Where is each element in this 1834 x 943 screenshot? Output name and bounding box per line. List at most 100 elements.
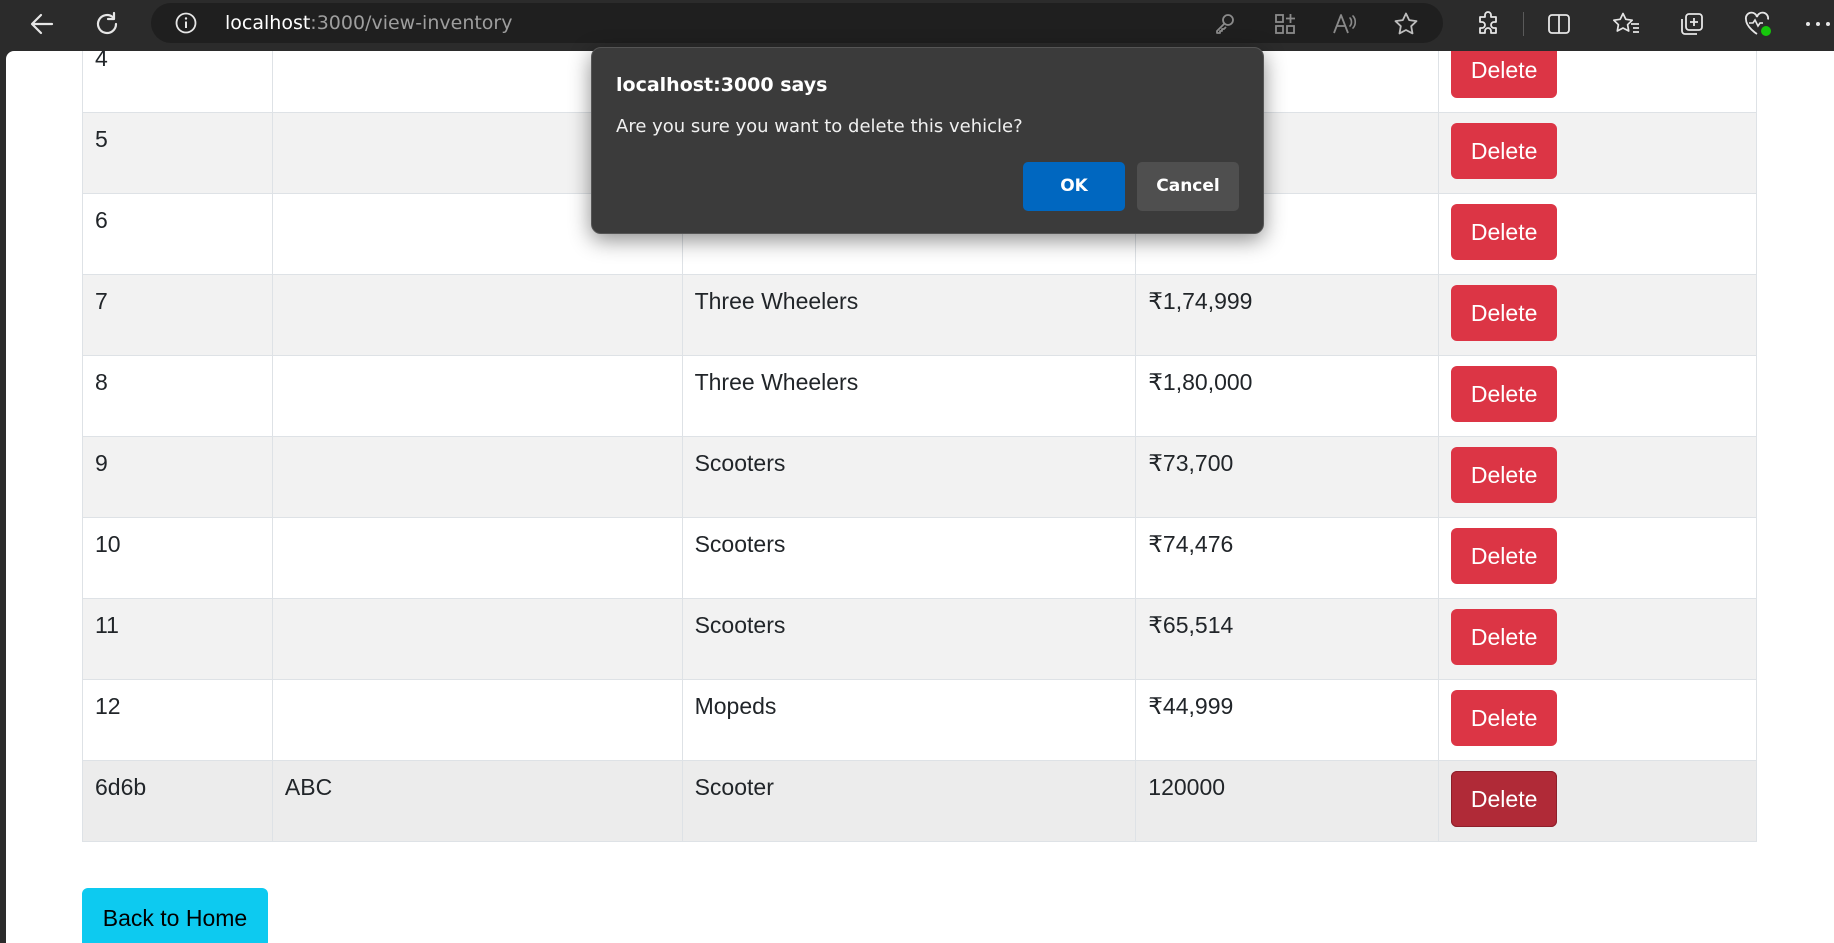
vehicle-category-cell-text: Scooters (694, 531, 786, 557)
vehicle-name-cell-text (285, 447, 670, 450)
favorites-icon[interactable] (1611, 9, 1641, 39)
vehicle-name-cell (271, 436, 683, 518)
vehicle-id-cell: 6 (82, 193, 273, 275)
table-row: 12 Mopeds ₹44,999 Delete (82, 679, 1757, 761)
actions-cell: Delete (1438, 517, 1757, 599)
dialog-cancel-button[interactable]: Cancel (1137, 162, 1239, 211)
read-aloud-icon[interactable] (1332, 11, 1358, 37)
delete-button[interactable]: Delete (1451, 771, 1558, 827)
vehicle-category-cell-text: Three Wheelers (694, 369, 859, 395)
vehicle-id-cell: 8 (82, 355, 273, 437)
vehicle-id-cell-text: 10 (95, 531, 121, 557)
health-icon[interactable] (1743, 9, 1773, 39)
vehicle-price-cell-text: ₹73,700 (1148, 450, 1234, 476)
delete-button[interactable]: Delete (1451, 123, 1558, 179)
vehicle-name-cell-text: ABC (284, 774, 333, 800)
vehicle-price-cell: ₹73,700 (1135, 436, 1440, 518)
table-row: 10 Scooters ₹74,476 Delete (82, 517, 1757, 599)
vehicle-category-cell-text: Scooters (694, 612, 786, 638)
vehicle-price-cell: ₹74,476 (1135, 517, 1440, 599)
vehicle-category-cell-text: Scooter (694, 774, 774, 800)
address-bar[interactable]: localhost:3000/view-inventory (151, 3, 1443, 43)
dialog-ok-button[interactable]: OK (1023, 162, 1125, 211)
vehicle-price-cell-text: ₹65,514 (1148, 612, 1234, 638)
delete-button[interactable]: Delete (1451, 285, 1558, 341)
vehicle-category-cell: Scooters (681, 436, 1137, 518)
vehicle-id-cell: 12 (82, 679, 273, 761)
vehicle-name-cell-text (285, 690, 670, 693)
split-screen-icon[interactable] (1544, 9, 1574, 39)
table-row: 7 Three Wheelers ₹1,74,999 Delete (82, 274, 1757, 356)
vehicle-id-cell-text: 8 (95, 369, 108, 395)
vehicle-id-cell-text: 5 (95, 126, 108, 152)
star-icon[interactable] (1393, 11, 1419, 37)
vehicle-name-cell (271, 274, 683, 356)
collections-icon[interactable] (1677, 9, 1707, 39)
app-grid-icon[interactable] (1272, 11, 1298, 37)
site-info-icon[interactable] (175, 12, 197, 34)
vehicle-name-cell (271, 679, 683, 761)
vehicle-category-cell: Mopeds (681, 679, 1137, 761)
table-row: 11 Scooters ₹65,514 Delete (82, 598, 1757, 680)
vehicle-name-cell: ABC (271, 760, 683, 842)
vehicle-id-cell: 4 (82, 51, 273, 113)
vehicle-id-cell-text: 12 (95, 693, 121, 719)
vehicle-name-cell-text (285, 285, 670, 288)
vehicle-id-cell-text: 11 (95, 612, 119, 638)
vehicle-category-cell-text: Mopeds (694, 693, 777, 719)
back-to-home-button[interactable]: Back to Home (82, 888, 268, 943)
more-icon[interactable] (1803, 9, 1833, 39)
actions-cell: Delete (1438, 355, 1757, 437)
vehicle-category-cell: Scooter (681, 760, 1137, 842)
dialog-title: localhost:3000 says (616, 74, 828, 96)
actions-cell: Delete (1438, 274, 1757, 356)
vehicle-name-cell (271, 598, 683, 680)
vehicle-category-cell: Scooters (681, 517, 1137, 599)
back-arrow-icon[interactable] (24, 6, 60, 42)
delete-button[interactable]: Delete (1451, 51, 1558, 98)
vehicle-price-cell-text: ₹1,74,999 (1148, 288, 1253, 314)
vehicle-id-cell-text: 7 (95, 288, 108, 314)
url-text[interactable]: localhost:3000/view-inventory (225, 12, 513, 34)
vehicle-name-cell-text (285, 528, 670, 531)
vehicle-price-cell: ₹1,80,000 (1135, 355, 1440, 437)
vehicle-name-cell-text (285, 609, 670, 612)
delete-button[interactable]: Delete (1451, 447, 1558, 503)
actions-cell: Delete (1438, 51, 1757, 113)
vehicle-price-cell-text: ₹1,80,000 (1148, 369, 1253, 395)
dialog-message: Are you sure you want to delete this veh… (616, 116, 1023, 137)
vehicle-price-cell-text: ₹74,476 (1148, 531, 1234, 557)
vehicle-id-cell: 6d6b (82, 760, 273, 842)
delete-button[interactable]: Delete (1451, 690, 1558, 746)
url-host: localhost (225, 12, 311, 34)
vehicle-id-cell: 7 (82, 274, 273, 356)
actions-cell: Delete (1438, 193, 1757, 275)
delete-button[interactable]: Delete (1451, 528, 1558, 584)
key-icon[interactable] (1212, 11, 1238, 37)
confirm-dialog: localhost:3000 says Are you sure you wan… (591, 47, 1264, 234)
vehicle-id-cell: 5 (82, 112, 273, 194)
actions-cell: Delete (1438, 112, 1757, 194)
delete-button[interactable]: Delete (1451, 366, 1558, 422)
vehicle-category-cell: Three Wheelers (681, 274, 1137, 356)
actions-cell: Delete (1438, 598, 1757, 680)
vehicle-id-cell-text: 4 (95, 51, 108, 71)
table-row: 9 Scooters ₹73,700 Delete (82, 436, 1757, 518)
vehicle-id-cell: 10 (82, 517, 273, 599)
vehicle-price-cell-text: 120000 (1148, 774, 1226, 800)
actions-cell: Delete (1438, 760, 1757, 842)
vehicle-id-cell: 9 (82, 436, 273, 518)
table-row: 6d6b ABC Scooter 120000 Delete (82, 760, 1757, 842)
extensions-icon[interactable] (1473, 9, 1503, 39)
vehicle-id-cell-text: 6 (95, 207, 108, 233)
delete-button[interactable]: Delete (1451, 609, 1558, 665)
url-path: :3000/view-inventory (310, 12, 513, 34)
vehicle-price-cell: ₹65,514 (1135, 598, 1440, 680)
vehicle-name-cell (271, 517, 683, 599)
vehicle-name-cell-text (285, 366, 670, 369)
vehicle-price-cell: ₹44,999 (1135, 679, 1440, 761)
refresh-icon[interactable] (89, 6, 125, 42)
vehicle-category-cell: Scooters (681, 598, 1137, 680)
toolbar-separator (1523, 12, 1524, 36)
delete-button[interactable]: Delete (1451, 204, 1558, 260)
